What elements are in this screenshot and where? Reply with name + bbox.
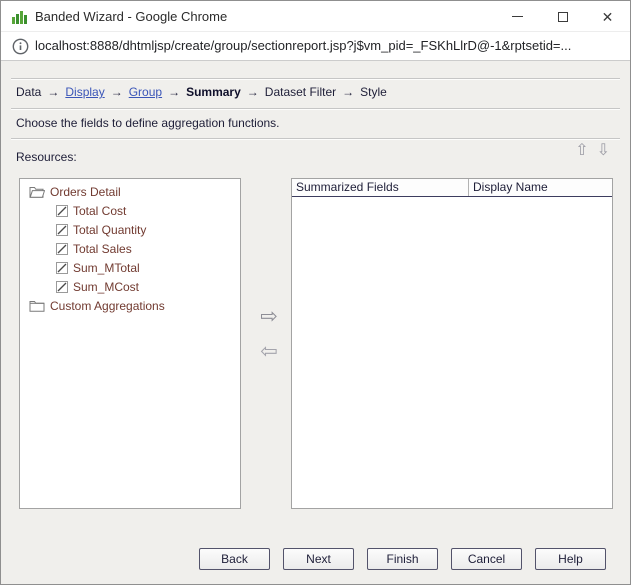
tree-label: Sum_MCost [73,280,139,294]
back-button[interactable]: Back [199,548,270,570]
tree-item-total-cost[interactable]: Total Cost [20,201,240,220]
breadcrumb-step-summary: Summary [186,85,241,99]
breadcrumb-step-dataset-filter: Dataset Filter [265,85,336,99]
breadcrumb: Data → Display → Group → Summary → Datas… [16,85,387,99]
breadcrumb-arrow-icon: → [111,85,123,99]
left-arrow-icon: ⇦ [260,340,278,363]
folder-closed-icon [29,299,45,312]
field-icon [56,224,68,236]
table-header: Summarized Fields Display Name [292,179,612,197]
tree-item-total-sales[interactable]: Total Sales [20,239,240,258]
field-icon [56,262,68,274]
tree-label: Sum_MTotal [73,261,140,275]
folder-open-icon [29,185,45,198]
column-header-summarized-fields: Summarized Fields [292,179,469,196]
wizard-content: Data → Display → Group → Summary → Datas… [1,61,630,584]
tree-label: Total Quantity [73,223,146,237]
field-icon [56,243,68,255]
reorder-buttons: ⇧ ⇩ [575,143,610,159]
minimize-button[interactable] [495,1,540,32]
table-body [292,197,612,508]
divider-breadcrumb [11,108,620,109]
url-text[interactable]: localhost:8888/dhtmljsp/create/group/sec… [35,32,571,60]
title-bar: Banded Wizard - Google Chrome ✕ [1,1,630,32]
move-up-button[interactable]: ⇧ [575,143,588,159]
breadcrumb-step-style: Style [360,85,387,99]
next-button[interactable]: Next [283,548,354,570]
breadcrumb-arrow-icon: → [247,85,259,99]
resources-tree-panel: Orders Detail Total Cost Total Quantity … [19,178,241,509]
tree-item-sum-mtotal[interactable]: Sum_MTotal [20,258,240,277]
window-title: Banded Wizard - Google Chrome [35,1,227,32]
breadcrumb-step-display[interactable]: Display [65,85,104,99]
tree-folder-custom-aggregations[interactable]: Custom Aggregations [20,296,240,315]
tree-item-sum-mcost[interactable]: Sum_MCost [20,277,240,296]
minimize-icon [512,16,523,17]
help-button[interactable]: Help [535,548,606,570]
field-icon [56,205,68,217]
divider-top [11,78,620,79]
browser-popup-window: Banded Wizard - Google Chrome ✕ localhos… [0,0,631,585]
finish-button[interactable]: Finish [367,548,438,570]
maximize-icon [558,12,568,22]
window-controls: ✕ [495,1,630,32]
right-arrow-icon: ⇨ [260,305,278,328]
close-icon: ✕ [602,10,614,24]
divider-instruction [11,138,620,139]
close-button[interactable]: ✕ [585,1,630,32]
info-icon[interactable] [12,38,29,55]
address-bar: localhost:8888/dhtmljsp/create/group/sec… [1,32,630,61]
tree-label: Orders Detail [50,185,121,199]
tree-label: Total Sales [73,242,132,256]
cancel-button[interactable]: Cancel [451,548,522,570]
tree-label: Total Cost [73,204,126,218]
resources-label: Resources: [16,150,77,164]
add-field-button[interactable]: ⇨ [247,306,291,327]
app-icon [12,9,27,24]
breadcrumb-arrow-icon: → [342,85,354,99]
transfer-buttons: ⇨ ⇦ [247,178,291,509]
tree-label: Custom Aggregations [50,299,165,313]
breadcrumb-step-data: Data [16,85,41,99]
footer-buttons: Back Next Finish Cancel Help [199,548,606,570]
move-down-button[interactable]: ⇩ [597,143,610,159]
field-icon [56,281,68,293]
instruction-text: Choose the fields to define aggregation … [16,116,280,130]
remove-field-button[interactable]: ⇦ [247,341,291,362]
tree-folder-orders-detail[interactable]: Orders Detail [20,182,240,201]
summary-table-panel: Summarized Fields Display Name [291,178,613,509]
maximize-button[interactable] [540,1,585,32]
breadcrumb-arrow-icon: → [47,85,59,99]
breadcrumb-step-group[interactable]: Group [129,85,162,99]
column-header-display-name: Display Name [469,179,612,196]
tree-item-total-quantity[interactable]: Total Quantity [20,220,240,239]
breadcrumb-arrow-icon: → [168,85,180,99]
